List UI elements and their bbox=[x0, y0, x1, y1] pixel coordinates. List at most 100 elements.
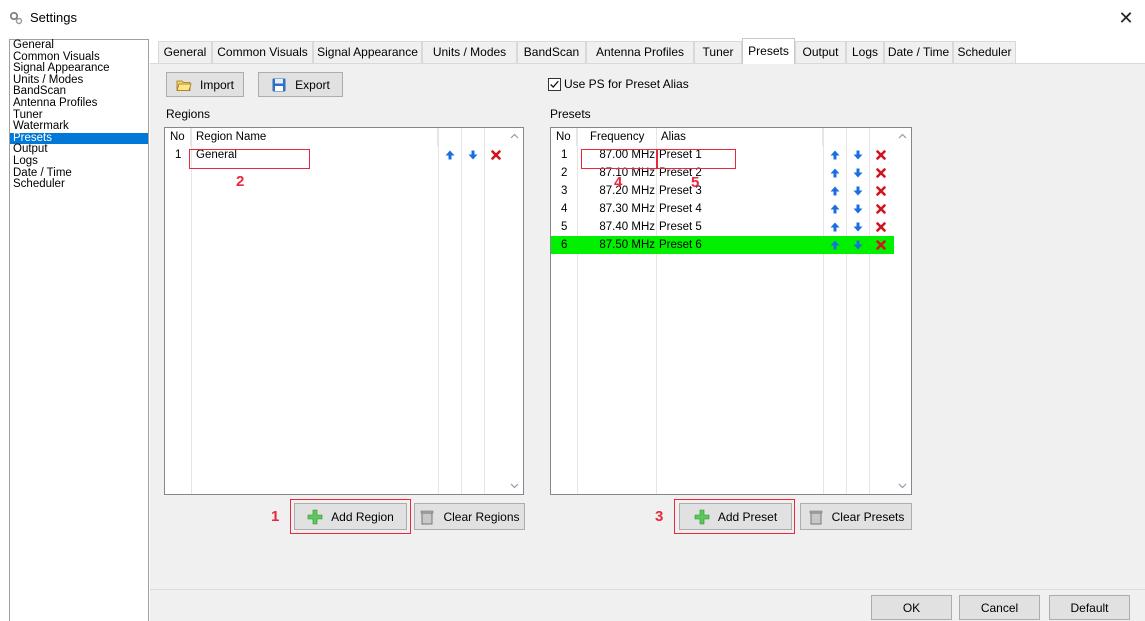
alias-cell[interactable]: Preset 5 bbox=[659, 218, 702, 236]
save-disk-icon bbox=[272, 78, 286, 91]
grid-col-divider bbox=[461, 128, 462, 494]
tab-logs[interactable]: Logs bbox=[846, 41, 884, 63]
table-row[interactable]: 6 87.50 MHz Preset 6 bbox=[551, 236, 894, 254]
tab-general[interactable]: General bbox=[158, 41, 212, 63]
delete-icon[interactable] bbox=[876, 168, 886, 178]
col-no-header: No bbox=[551, 128, 577, 146]
delete-icon[interactable] bbox=[876, 150, 886, 160]
move-up-icon[interactable] bbox=[830, 222, 840, 232]
sidebar-item-antenna-profiles[interactable]: Antenna Profiles bbox=[10, 97, 148, 110]
window-title: Settings bbox=[30, 10, 77, 25]
sidebar-item-logs[interactable]: Logs bbox=[10, 155, 148, 168]
tab-units-modes[interactable]: Units / Modes bbox=[422, 41, 517, 63]
row-number: 6 bbox=[561, 239, 568, 251]
sidebar-item-general[interactable]: General bbox=[10, 39, 148, 52]
scroll-down-icon[interactable] bbox=[510, 481, 519, 490]
alias-cell[interactable]: Preset 4 bbox=[659, 200, 702, 218]
annotation-number-5: 5 bbox=[691, 174, 700, 191]
move-down-icon[interactable] bbox=[853, 204, 863, 214]
settings-gear-icon bbox=[9, 11, 23, 25]
dialog-button-bar: OK Cancel Default bbox=[150, 589, 1145, 621]
delete-icon[interactable] bbox=[876, 240, 886, 250]
regions-grid-header: No Region Name bbox=[165, 128, 523, 146]
trash-icon bbox=[809, 510, 822, 524]
folder-open-icon bbox=[176, 80, 192, 91]
table-row[interactable]: 5 87.40 MHz Preset 5 bbox=[551, 218, 894, 236]
sidebar-item-scheduler[interactable]: Scheduler bbox=[10, 179, 148, 191]
export-label: Export bbox=[295, 77, 330, 92]
default-label: Default bbox=[1070, 600, 1109, 615]
annotation-box-add-preset bbox=[674, 499, 795, 534]
clear-regions-label: Clear Regions bbox=[443, 509, 520, 524]
annotation-number-4: 4 bbox=[614, 174, 623, 191]
move-down-icon[interactable] bbox=[853, 240, 863, 250]
use-ps-label: Use PS for Preset Alias bbox=[564, 77, 689, 91]
scroll-down-icon[interactable] bbox=[898, 481, 907, 490]
delete-icon[interactable] bbox=[491, 150, 501, 160]
cancel-label: Cancel bbox=[980, 600, 1019, 615]
grid-col-divider bbox=[484, 128, 485, 494]
tab-presets[interactable]: Presets bbox=[742, 38, 795, 64]
tab-signal-appearance[interactable]: Signal Appearance bbox=[313, 41, 422, 63]
row-number: 4 bbox=[561, 203, 568, 215]
presets-panel: Import Export Use PS for Preset Alias Re… bbox=[150, 63, 1145, 589]
clear-regions-button[interactable]: Clear Regions bbox=[414, 503, 525, 530]
scroll-up-icon[interactable] bbox=[898, 132, 907, 141]
tab-common-visuals[interactable]: Common Visuals bbox=[212, 41, 313, 63]
tab-bandscan[interactable]: BandScan bbox=[517, 41, 586, 63]
annotation-number-1: 1 bbox=[271, 508, 280, 525]
move-up-icon[interactable] bbox=[445, 150, 455, 160]
frequency-cell[interactable]: 87.50 MHz bbox=[582, 236, 655, 254]
ok-button[interactable]: OK bbox=[871, 595, 952, 620]
annotation-number-3: 3 bbox=[655, 508, 664, 525]
scroll-up-icon[interactable] bbox=[510, 132, 519, 141]
presets-grid-header: No Frequency Alias bbox=[551, 128, 911, 146]
move-down-icon[interactable] bbox=[853, 150, 863, 160]
export-button[interactable]: Export bbox=[258, 72, 343, 97]
close-button[interactable]: ✕ bbox=[1113, 5, 1139, 31]
import-label: Import bbox=[199, 77, 234, 92]
tab-scheduler[interactable]: Scheduler bbox=[953, 41, 1016, 63]
move-up-icon[interactable] bbox=[830, 168, 840, 178]
regions-grid[interactable]: No Region Name 1 General bbox=[164, 127, 524, 495]
regions-scrollbar[interactable] bbox=[506, 128, 523, 494]
tab-date-time[interactable]: Date / Time bbox=[884, 41, 953, 63]
clear-presets-button[interactable]: Clear Presets bbox=[800, 503, 912, 530]
move-up-icon[interactable] bbox=[830, 204, 840, 214]
presets-scrollbar[interactable] bbox=[894, 128, 911, 494]
alias-cell[interactable]: Preset 6 bbox=[659, 236, 702, 254]
move-down-icon[interactable] bbox=[853, 186, 863, 196]
delete-icon[interactable] bbox=[876, 186, 886, 196]
move-up-icon[interactable] bbox=[830, 186, 840, 196]
table-row[interactable]: 3 87.20 MHz Preset 3 bbox=[551, 182, 894, 200]
row-number: 3 bbox=[561, 185, 568, 197]
use-ps-checkbox[interactable] bbox=[548, 78, 561, 91]
trash-icon bbox=[421, 510, 434, 524]
import-button[interactable]: Import bbox=[166, 72, 244, 97]
frequency-cell[interactable]: 87.30 MHz bbox=[582, 200, 655, 218]
grid-col-divider bbox=[438, 128, 439, 494]
cancel-button[interactable]: Cancel bbox=[959, 595, 1040, 620]
move-down-icon[interactable] bbox=[468, 150, 478, 160]
default-button[interactable]: Default bbox=[1049, 595, 1130, 620]
ok-label: OK bbox=[902, 600, 921, 615]
sidebar-item-watermark[interactable]: Watermark bbox=[10, 121, 148, 133]
frequency-cell[interactable]: 87.40 MHz bbox=[582, 218, 655, 236]
move-down-icon[interactable] bbox=[853, 168, 863, 178]
presets-grid[interactable]: No Frequency Alias 1 87.00 MHz Preset 1 2 87… bbox=[550, 127, 912, 495]
annotation-box-region-name bbox=[189, 149, 310, 169]
move-down-icon[interactable] bbox=[853, 222, 863, 232]
settings-category-list[interactable]: General Common Visuals Signal Appearance Un… bbox=[9, 39, 149, 621]
delete-icon[interactable] bbox=[876, 222, 886, 232]
row-number: 1 bbox=[175, 149, 182, 161]
col-no-header: No bbox=[165, 128, 191, 146]
presets-label: Presets bbox=[550, 107, 591, 121]
move-up-icon[interactable] bbox=[830, 150, 840, 160]
delete-icon[interactable] bbox=[876, 204, 886, 214]
tab-antenna-profiles[interactable]: Antenna Profiles bbox=[586, 41, 694, 63]
table-row[interactable]: 4 87.30 MHz Preset 4 bbox=[551, 200, 894, 218]
tab-tuner[interactable]: Tuner bbox=[694, 41, 742, 63]
move-up-icon[interactable] bbox=[830, 240, 840, 250]
tab-output[interactable]: Output bbox=[795, 41, 846, 63]
regions-label: Regions bbox=[166, 107, 211, 121]
